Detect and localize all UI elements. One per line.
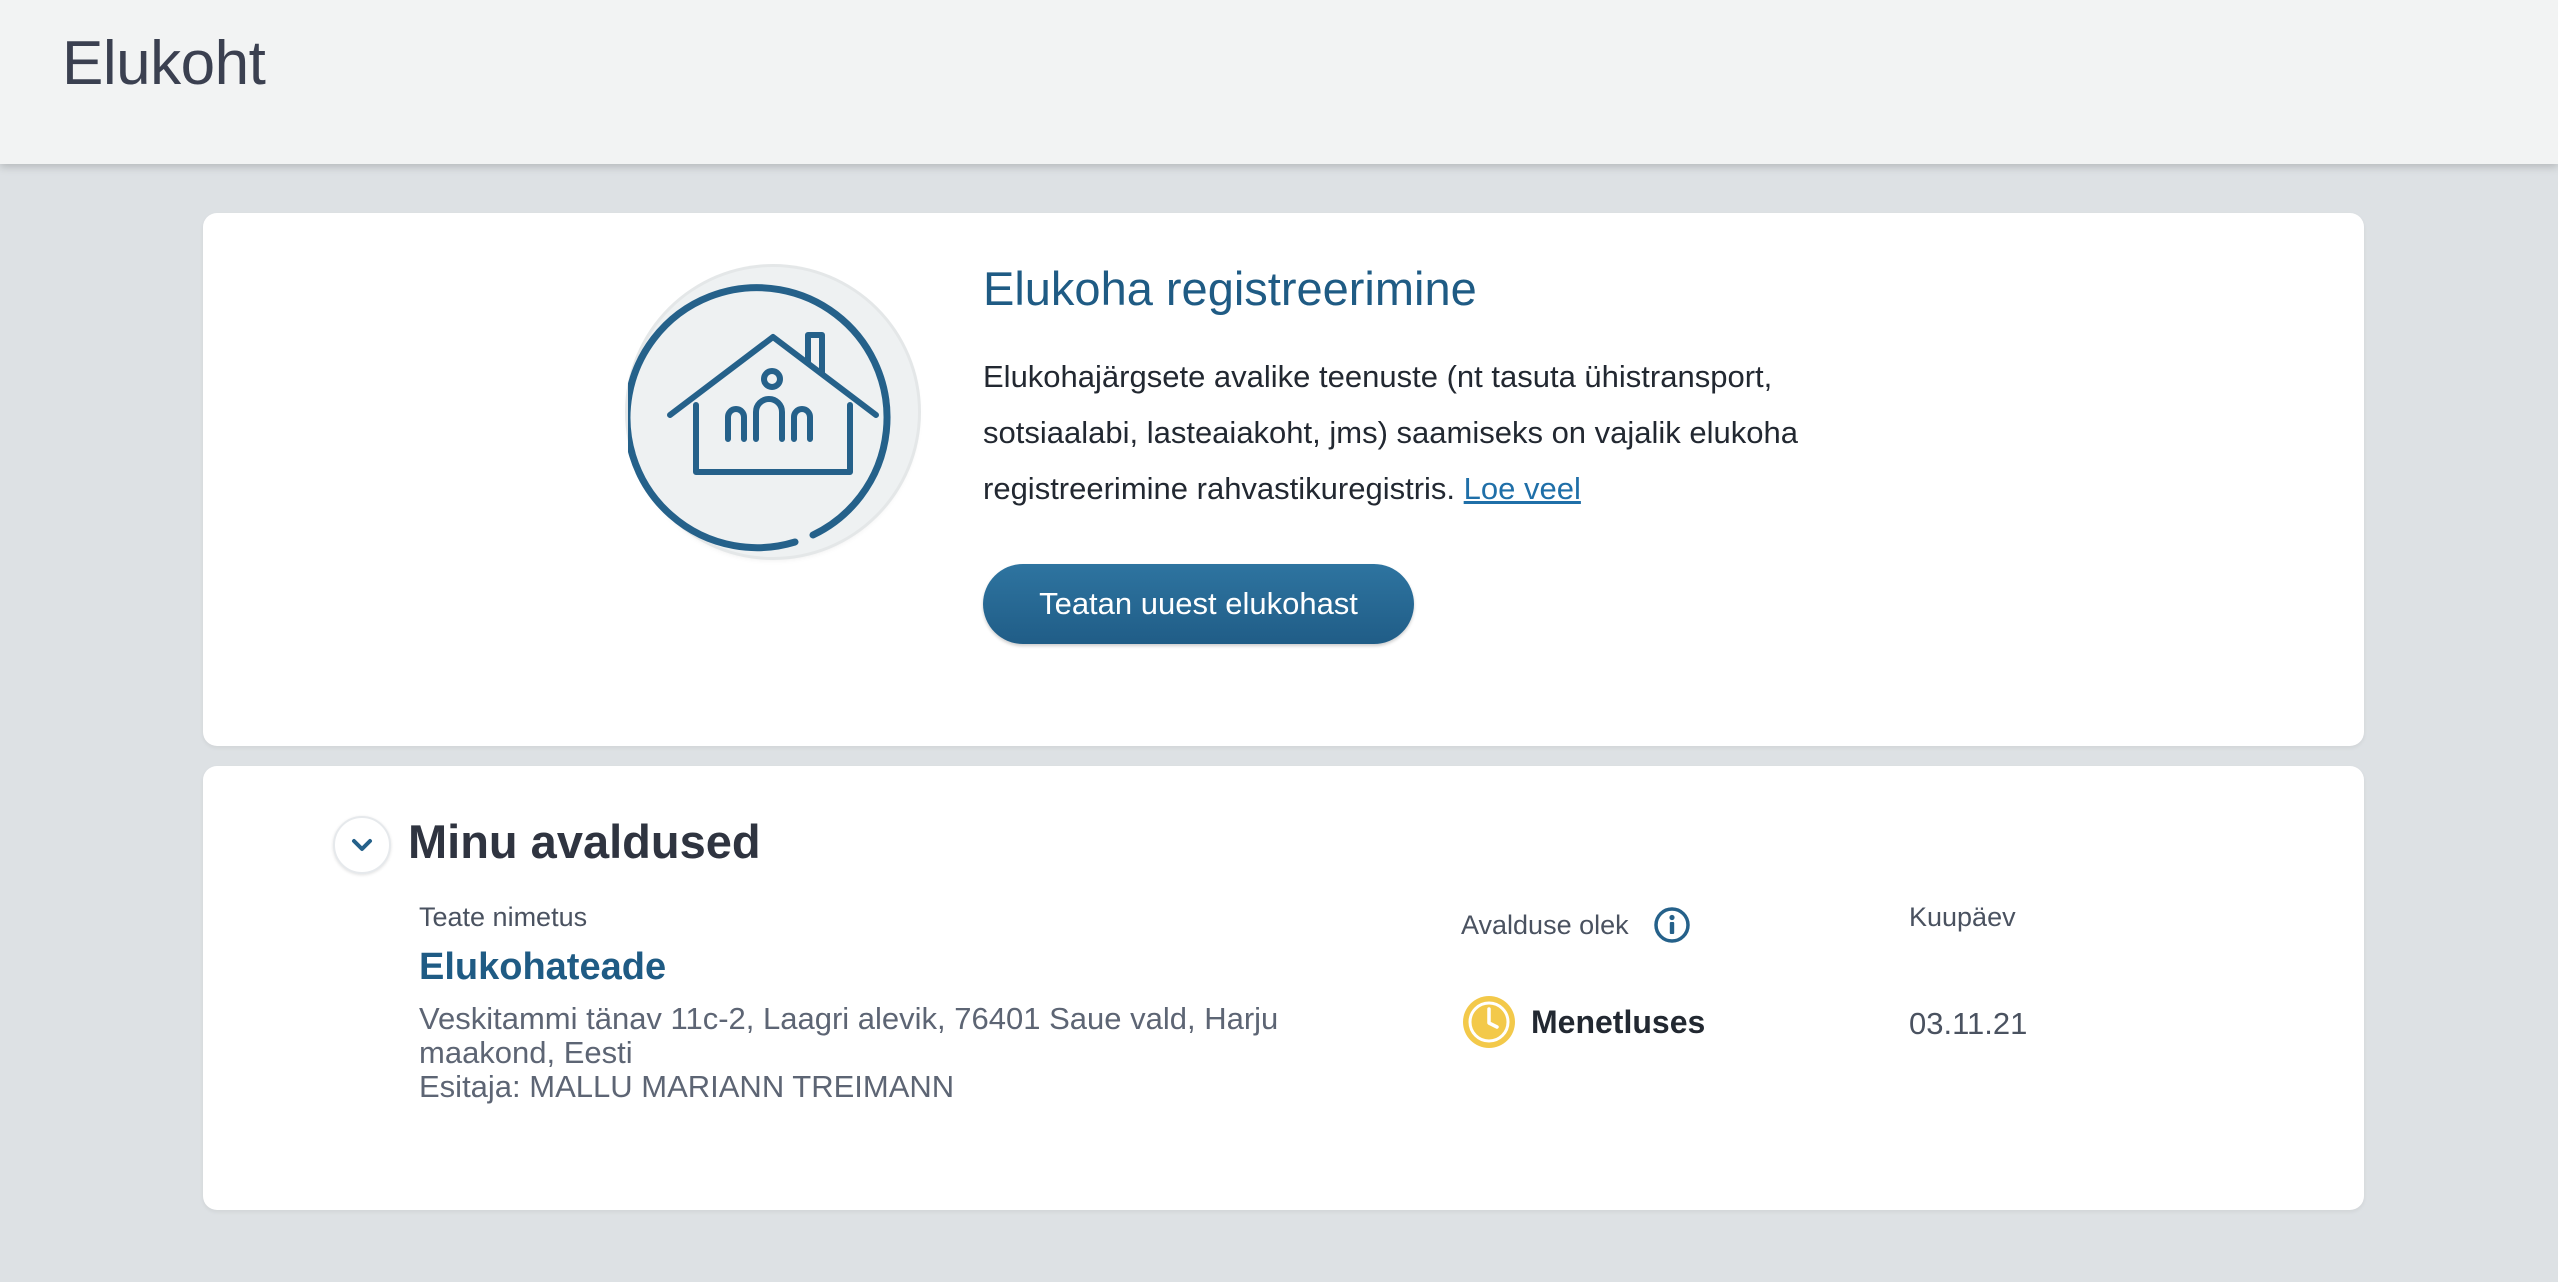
applications-title: Minu avaldused: [408, 815, 761, 868]
report-new-residence-button[interactable]: Teatan uuest elukohast: [983, 564, 1414, 644]
application-address: Veskitammi tänav 11c-2, Laagri alevik, 7…: [419, 1001, 1279, 1070]
column-header-name: Teate nimetus: [419, 902, 588, 932]
column-header-date: Kuupäev: [1909, 902, 2016, 932]
read-more-link[interactable]: Loe veel: [1464, 471, 1581, 506]
house-icon: [628, 267, 918, 557]
registration-card: Elukoha registreerimine Elukohajärgsete …: [203, 213, 2364, 746]
page-header: Elukoht: [0, 0, 2558, 164]
info-icon[interactable]: [1653, 906, 1691, 944]
column-header-status-label: Avalduse olek: [1461, 909, 1629, 940]
registration-description-text: Elukohajärgsete avalike teenuste (nt tas…: [983, 359, 1799, 506]
clock-icon: [1461, 994, 1517, 1050]
column-header-status: Avalduse olek: [1461, 906, 1691, 944]
status-text: Menetluses: [1531, 1003, 1706, 1040]
application-title-link[interactable]: Elukohateade: [419, 946, 666, 989]
application-submitter: Esitaja: MALLU MARIANN TREIMANN: [419, 1069, 955, 1104]
collapse-toggle[interactable]: [333, 816, 391, 874]
chevron-down-icon: [352, 839, 372, 851]
applications-card: Minu avaldused Teate nimetus Avalduse ol…: [203, 766, 2364, 1210]
page-title: Elukoht: [62, 29, 266, 98]
registration-description: Elukohajärgsete avalike teenuste (nt tas…: [983, 349, 1883, 517]
status-badge: Menetluses: [1461, 994, 1705, 1050]
registration-title: Elukoha registreerimine: [983, 262, 1477, 315]
application-date: 03.11.21: [1909, 1006, 2028, 1041]
